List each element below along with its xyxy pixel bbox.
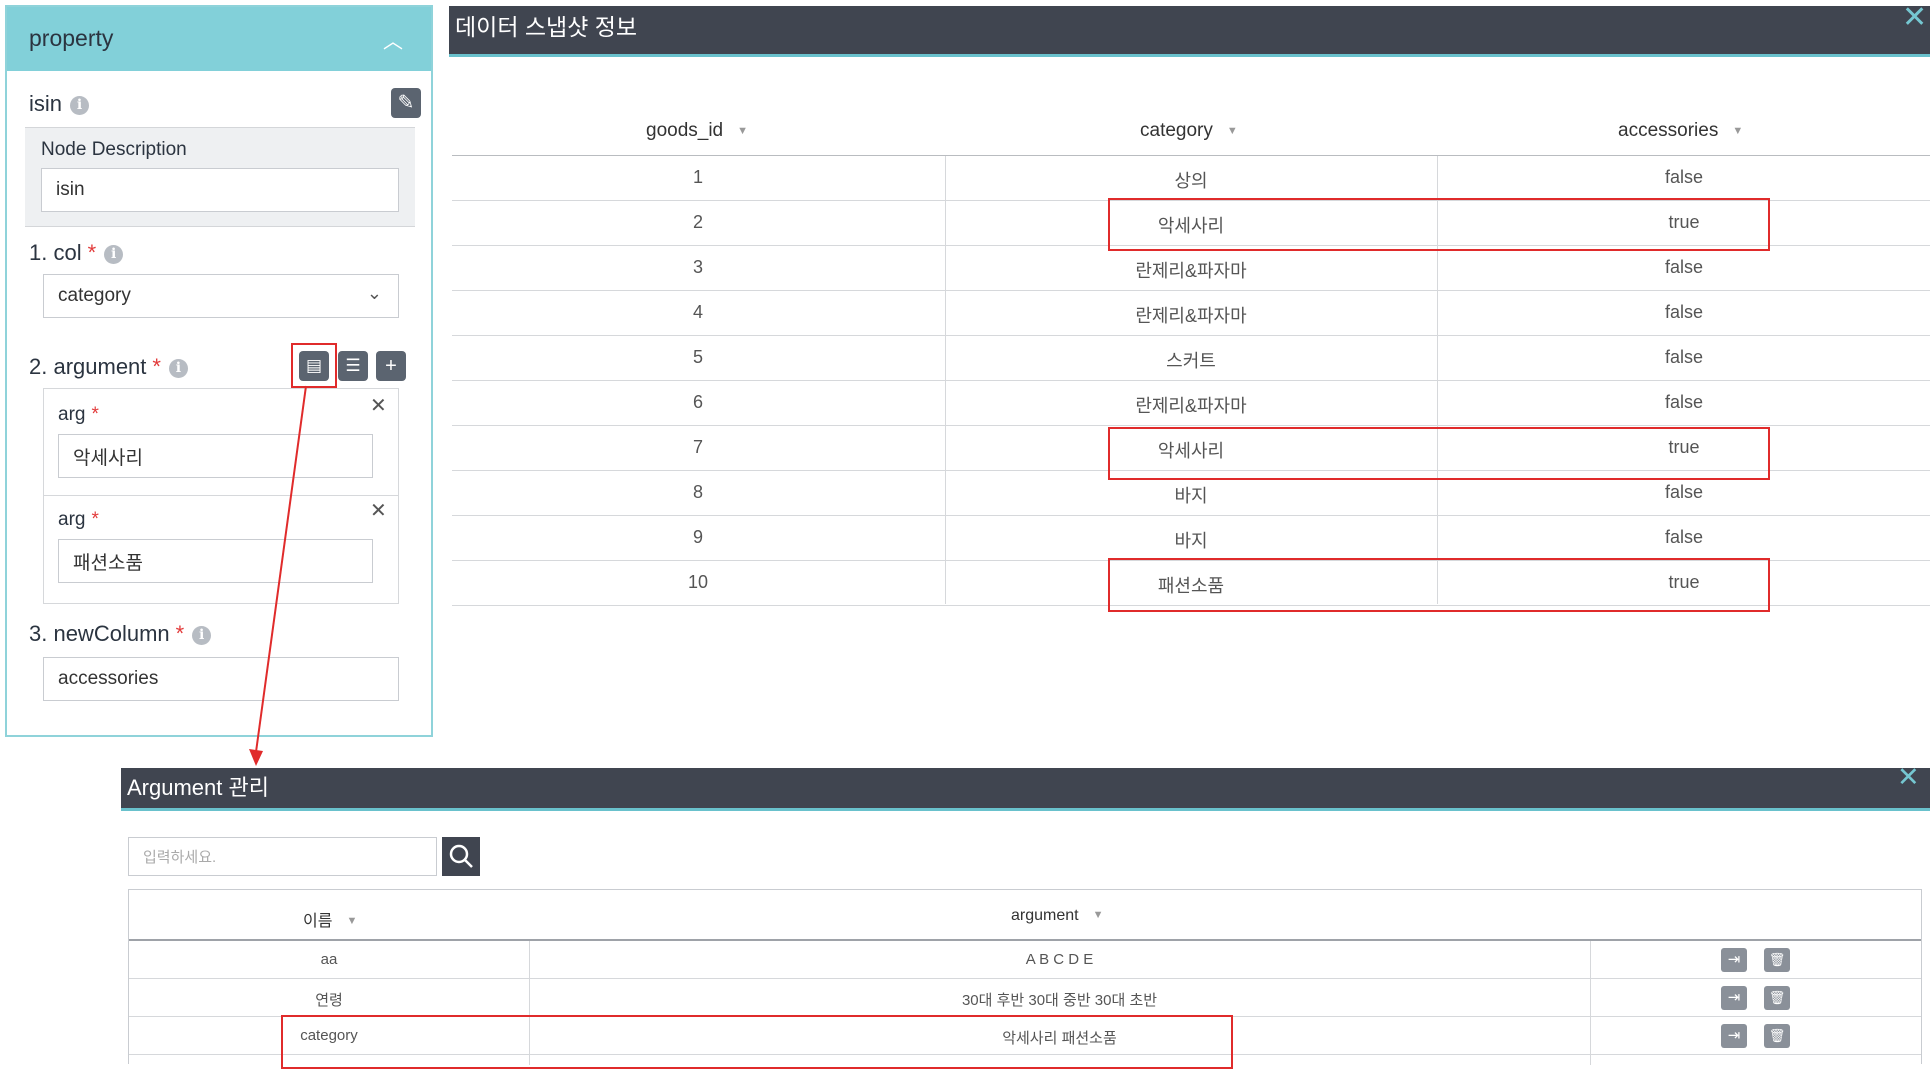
- close-icon[interactable]: ✕: [1897, 762, 1920, 793]
- argument-name-cell: 연령: [315, 992, 343, 1009]
- sort-caret-icon[interactable]: ▼: [1093, 909, 1104, 921]
- search-button[interactable]: [442, 837, 480, 876]
- argument-value-cell: A B C D E: [1025, 951, 1094, 968]
- search-input[interactable]: 입력하세요.: [128, 837, 437, 876]
- trash-icon[interactable]: 🗑: [1764, 986, 1790, 1010]
- column-header-argument[interactable]: argument ▼: [1011, 907, 1103, 925]
- apply-icon[interactable]: ⇥: [1721, 948, 1747, 972]
- row-divider: [129, 978, 1921, 979]
- header-divider: [129, 939, 1921, 941]
- sort-caret-icon[interactable]: ▼: [346, 915, 357, 927]
- column-divider: [1590, 941, 1591, 1065]
- argument-window-title: Argument 관리: [127, 775, 269, 800]
- argument-value-cell: 30대 후반 30대 중반 30대 초반: [961, 992, 1158, 1009]
- column-header-name[interactable]: 이름 ▼: [303, 907, 357, 931]
- apply-icon[interactable]: ⇥: [1721, 986, 1747, 1010]
- search-icon: [449, 844, 473, 868]
- apply-icon[interactable]: ⇥: [1721, 1024, 1747, 1048]
- highlight-category-row: [281, 1015, 1233, 1069]
- trash-icon[interactable]: 🗑: [1764, 1024, 1790, 1048]
- argument-window-header: Argument 관리: [121, 768, 1930, 811]
- trash-icon[interactable]: 🗑: [1764, 948, 1790, 972]
- argument-name-cell: aa: [320, 951, 338, 968]
